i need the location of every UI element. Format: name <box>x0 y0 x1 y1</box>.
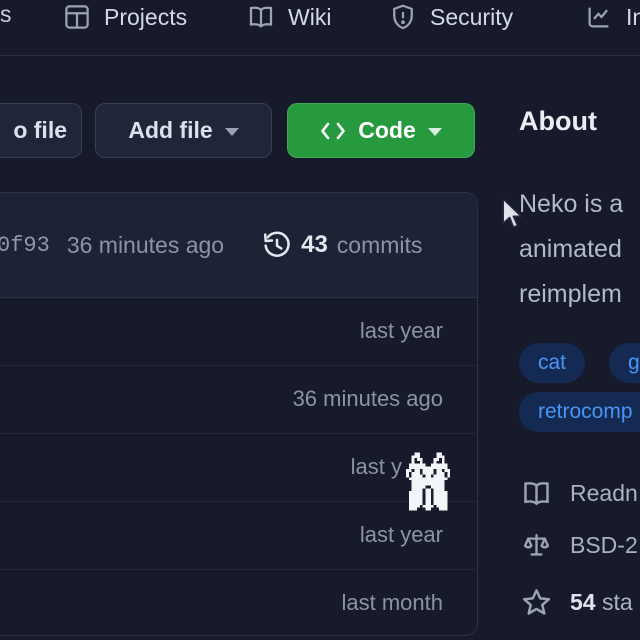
repo-tab-bar: s Projects Wiki <box>0 0 640 55</box>
tab-fragment-left[interactable]: s <box>0 1 12 28</box>
description-line: reimplem <box>519 272 623 317</box>
commits-label: commits <box>337 232 423 259</box>
star-icon <box>520 586 553 619</box>
file-row-updated: 36 minutes ago <box>293 386 443 412</box>
tab-projects[interactable]: Projects <box>62 0 187 34</box>
code-button[interactable]: Code <box>287 103 475 158</box>
topic-tag-retrocomputing[interactable]: retrocomp <box>519 392 640 432</box>
stars-text: 54 sta <box>570 589 633 616</box>
graph-icon <box>584 2 614 32</box>
tab-wiki-label: Wiki <box>288 4 331 31</box>
license-label: BSD-2 <box>570 532 638 559</box>
commit-count: 43 <box>301 231 328 259</box>
file-row-updated: last y <box>351 454 402 480</box>
file-row-updated: last year <box>360 522 443 548</box>
github-repo-page: s Projects Wiki <box>0 0 640 640</box>
commit-hash-link[interactable]: 0f93 <box>0 233 50 258</box>
file-row-updated: last year <box>360 318 443 344</box>
add-file-label: Add file <box>128 117 212 144</box>
go-to-file-label: o file <box>13 117 67 144</box>
go-to-file-button[interactable]: o file <box>0 103 82 158</box>
file-row[interactable]: 36 minutes ago <box>0 365 477 433</box>
chevron-down-icon <box>428 128 442 136</box>
tab-security[interactable]: Security <box>388 0 513 34</box>
file-list-table: 0f93 36 minutes ago 43 commits last y <box>0 192 478 636</box>
stars-label: sta <box>602 589 633 615</box>
about-heading: About <box>519 106 597 137</box>
tab-security-label: Security <box>430 4 513 31</box>
stars-link[interactable]: 54 sta <box>520 586 633 619</box>
topic-tag-go[interactable]: go <box>609 343 640 383</box>
neko-cat-sprite <box>406 451 450 512</box>
shield-alert-icon <box>388 2 418 32</box>
tab-projects-label: Projects <box>104 4 187 31</box>
commit-time: 36 minutes ago <box>67 232 224 259</box>
law-icon <box>520 529 553 562</box>
code-button-label: Code <box>358 117 416 144</box>
commit-history-link[interactable]: 43 commits <box>252 229 422 261</box>
history-icon <box>261 229 293 261</box>
file-row[interactable]: last year <box>0 297 477 365</box>
tab-insights-label: In <box>626 4 640 31</box>
add-file-button[interactable]: Add file <box>95 103 272 158</box>
tab-insights[interactable]: In <box>584 0 640 34</box>
project-board-icon <box>62 2 92 32</box>
license-link[interactable]: BSD-2 <box>520 529 638 562</box>
nav-divider <box>0 55 640 56</box>
book-icon <box>246 2 276 32</box>
code-icon <box>320 120 346 142</box>
description-line: Neko is a <box>519 182 623 227</box>
description-line: animated <box>519 227 623 272</box>
topic-tag-cat[interactable]: cat <box>519 343 585 383</box>
file-row-updated: last month <box>342 590 444 616</box>
stars-count: 54 <box>570 589 596 615</box>
readme-label: Readn <box>570 480 638 507</box>
tab-wiki[interactable]: Wiki <box>246 0 331 34</box>
latest-commit-bar: 0f93 36 minutes ago 43 commits <box>0 193 477 298</box>
book-icon <box>520 477 553 510</box>
repo-description: Neko is a animated reimplem <box>519 182 623 317</box>
readme-link[interactable]: Readn <box>520 477 638 510</box>
chevron-down-icon <box>225 128 239 136</box>
file-row[interactable]: last month <box>0 569 477 637</box>
